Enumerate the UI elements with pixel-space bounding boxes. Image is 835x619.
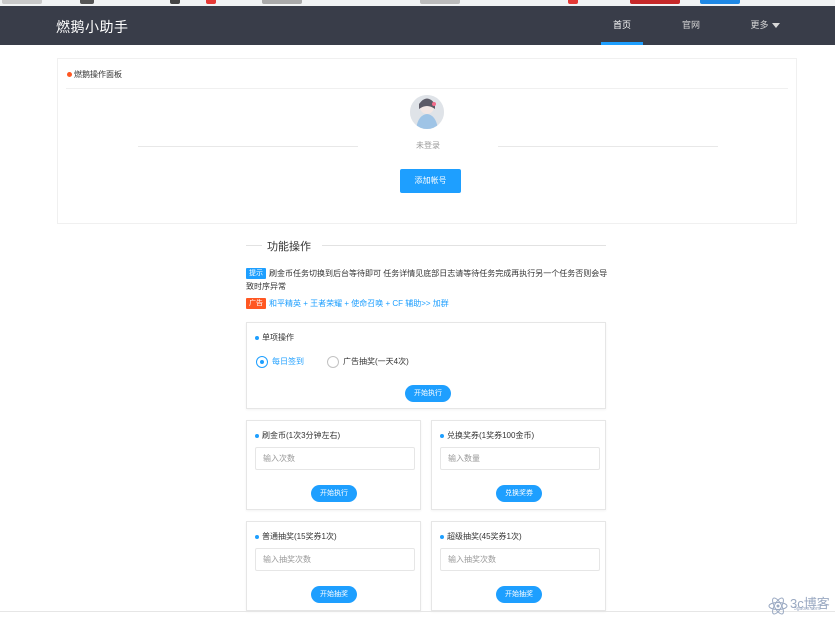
radio-daily-checkin[interactable]: 每日签到 <box>256 355 304 369</box>
single-op-card: 单项操作 每日签到 广告抽奖(一天4次) 开始执行 <box>246 322 606 409</box>
dot-icon <box>255 335 259 340</box>
brand-title[interactable]: 燃鹅小助手 <box>56 17 129 37</box>
nav-official-site-label: 官网 <box>681 20 700 30</box>
single-op-title: 单项操作 <box>262 333 294 342</box>
divider <box>322 245 606 246</box>
exchange-card: 兑换奖券(1奖券100金币) 输入数量 兑换奖券 <box>431 420 606 510</box>
card-title: 单项操作 <box>255 332 294 343</box>
watermark-sub: 3gaom.com <box>794 606 821 612</box>
normal-lottery-button[interactable]: 开始抽奖 <box>311 586 357 603</box>
exchange-button[interactable]: 兑换奖券 <box>496 485 542 502</box>
tip-badge: 提示 <box>246 268 266 279</box>
nav-home-label: 首页 <box>612 20 631 30</box>
divider <box>498 146 718 147</box>
radio-label: 每日签到 <box>272 357 304 366</box>
radio-label: 广告抽奖(一天4次) <box>343 357 409 366</box>
exchange-title: 兑换奖券(1奖券100金币) <box>447 431 535 440</box>
nav-official-site[interactable]: 官网 <box>671 6 711 45</box>
normal-lottery-input[interactable]: 输入抽奖次数 <box>255 548 415 571</box>
exchange-amount-input[interactable]: 输入数量 <box>440 447 600 470</box>
dot-icon <box>440 534 444 539</box>
super-lottery-button[interactable]: 开始抽奖 <box>496 586 542 603</box>
card-title: 兑换奖券(1奖券100金币) <box>440 430 534 441</box>
card-title: 超级抽奖(45奖券1次) <box>440 531 522 542</box>
login-status: 未登录 <box>416 141 440 150</box>
card-title: 普通抽奖(15奖券1次) <box>255 531 337 542</box>
normal-lottery-title: 普通抽奖(15奖券1次) <box>262 532 337 541</box>
add-account-button[interactable]: 添加帐号 <box>400 169 461 193</box>
nav-more-label: 更多 <box>750 20 769 30</box>
watermark: 3c博客 3gaom.com <box>768 592 834 618</box>
super-lottery-title: 超级抽奖(45奖券1次) <box>447 532 522 541</box>
notice: 提示 刷金币任务切换到后台等待即可 任务详情见底部日志请等待任务完成再执行另一个任… <box>246 267 608 293</box>
panel-title: 燃鹅操作面板 <box>67 69 122 80</box>
dot-icon <box>255 534 259 539</box>
dot-icon <box>440 433 444 438</box>
nav-home[interactable]: 首页 <box>601 6 643 45</box>
radio-unchecked-icon <box>327 355 339 368</box>
functions-heading: 功能操作 <box>246 238 606 253</box>
nav-more[interactable]: 更多 <box>740 6 790 45</box>
normal-lottery-card: 普通抽奖(15奖券1次) 输入抽奖次数 开始抽奖 <box>246 521 421 611</box>
ad-link[interactable]: 和平精英 + 王者荣耀 + 使命召唤 + CF 辅助>> 加群 <box>269 299 449 308</box>
notice-text: 刷金币任务切换到后台等待即可 任务详情见底部日志请等待任务完成再执行另一个任务否… <box>246 269 608 291</box>
radio-checked-icon <box>256 355 268 368</box>
dot-icon <box>255 433 259 438</box>
caret-down-icon <box>771 23 780 29</box>
divider <box>138 146 358 147</box>
coins-title: 刷金币(1次3分钟左右) <box>262 431 341 440</box>
card-title: 刷金币(1次3分钟左右) <box>255 430 340 441</box>
super-lottery-card: 超级抽奖(45奖券1次) 输入抽奖次数 开始抽奖 <box>431 521 606 611</box>
operation-panel: 燃鹅操作面板 未登录 添加帐号 <box>57 58 797 224</box>
super-lottery-input[interactable]: 输入抽奖次数 <box>440 548 600 571</box>
dot-icon <box>67 72 72 78</box>
coins-card: 刷金币(1次3分钟左右) 输入次数 开始执行 <box>246 420 421 510</box>
coins-count-input[interactable]: 输入次数 <box>255 447 415 470</box>
start-execute-button[interactable]: 开始执行 <box>405 385 451 402</box>
radio-ad-lottery[interactable]: 广告抽奖(一天4次) <box>327 355 409 369</box>
divider <box>246 245 262 246</box>
avatar <box>410 95 444 129</box>
ad-line[interactable]: 广告 和平精英 + 王者荣耀 + 使命召唤 + CF 辅助>> 加群 <box>246 298 449 309</box>
coins-start-button[interactable]: 开始执行 <box>311 485 357 502</box>
divider <box>0 611 835 612</box>
panel-title-text: 燃鹅操作面板 <box>74 70 122 79</box>
ad-badge: 广告 <box>246 298 266 309</box>
divider <box>66 88 788 89</box>
atom-icon <box>768 597 788 615</box>
top-nav: 燃鹅小助手 首页 官网 更多 <box>0 6 835 45</box>
functions-heading-text: 功能操作 <box>267 241 311 253</box>
